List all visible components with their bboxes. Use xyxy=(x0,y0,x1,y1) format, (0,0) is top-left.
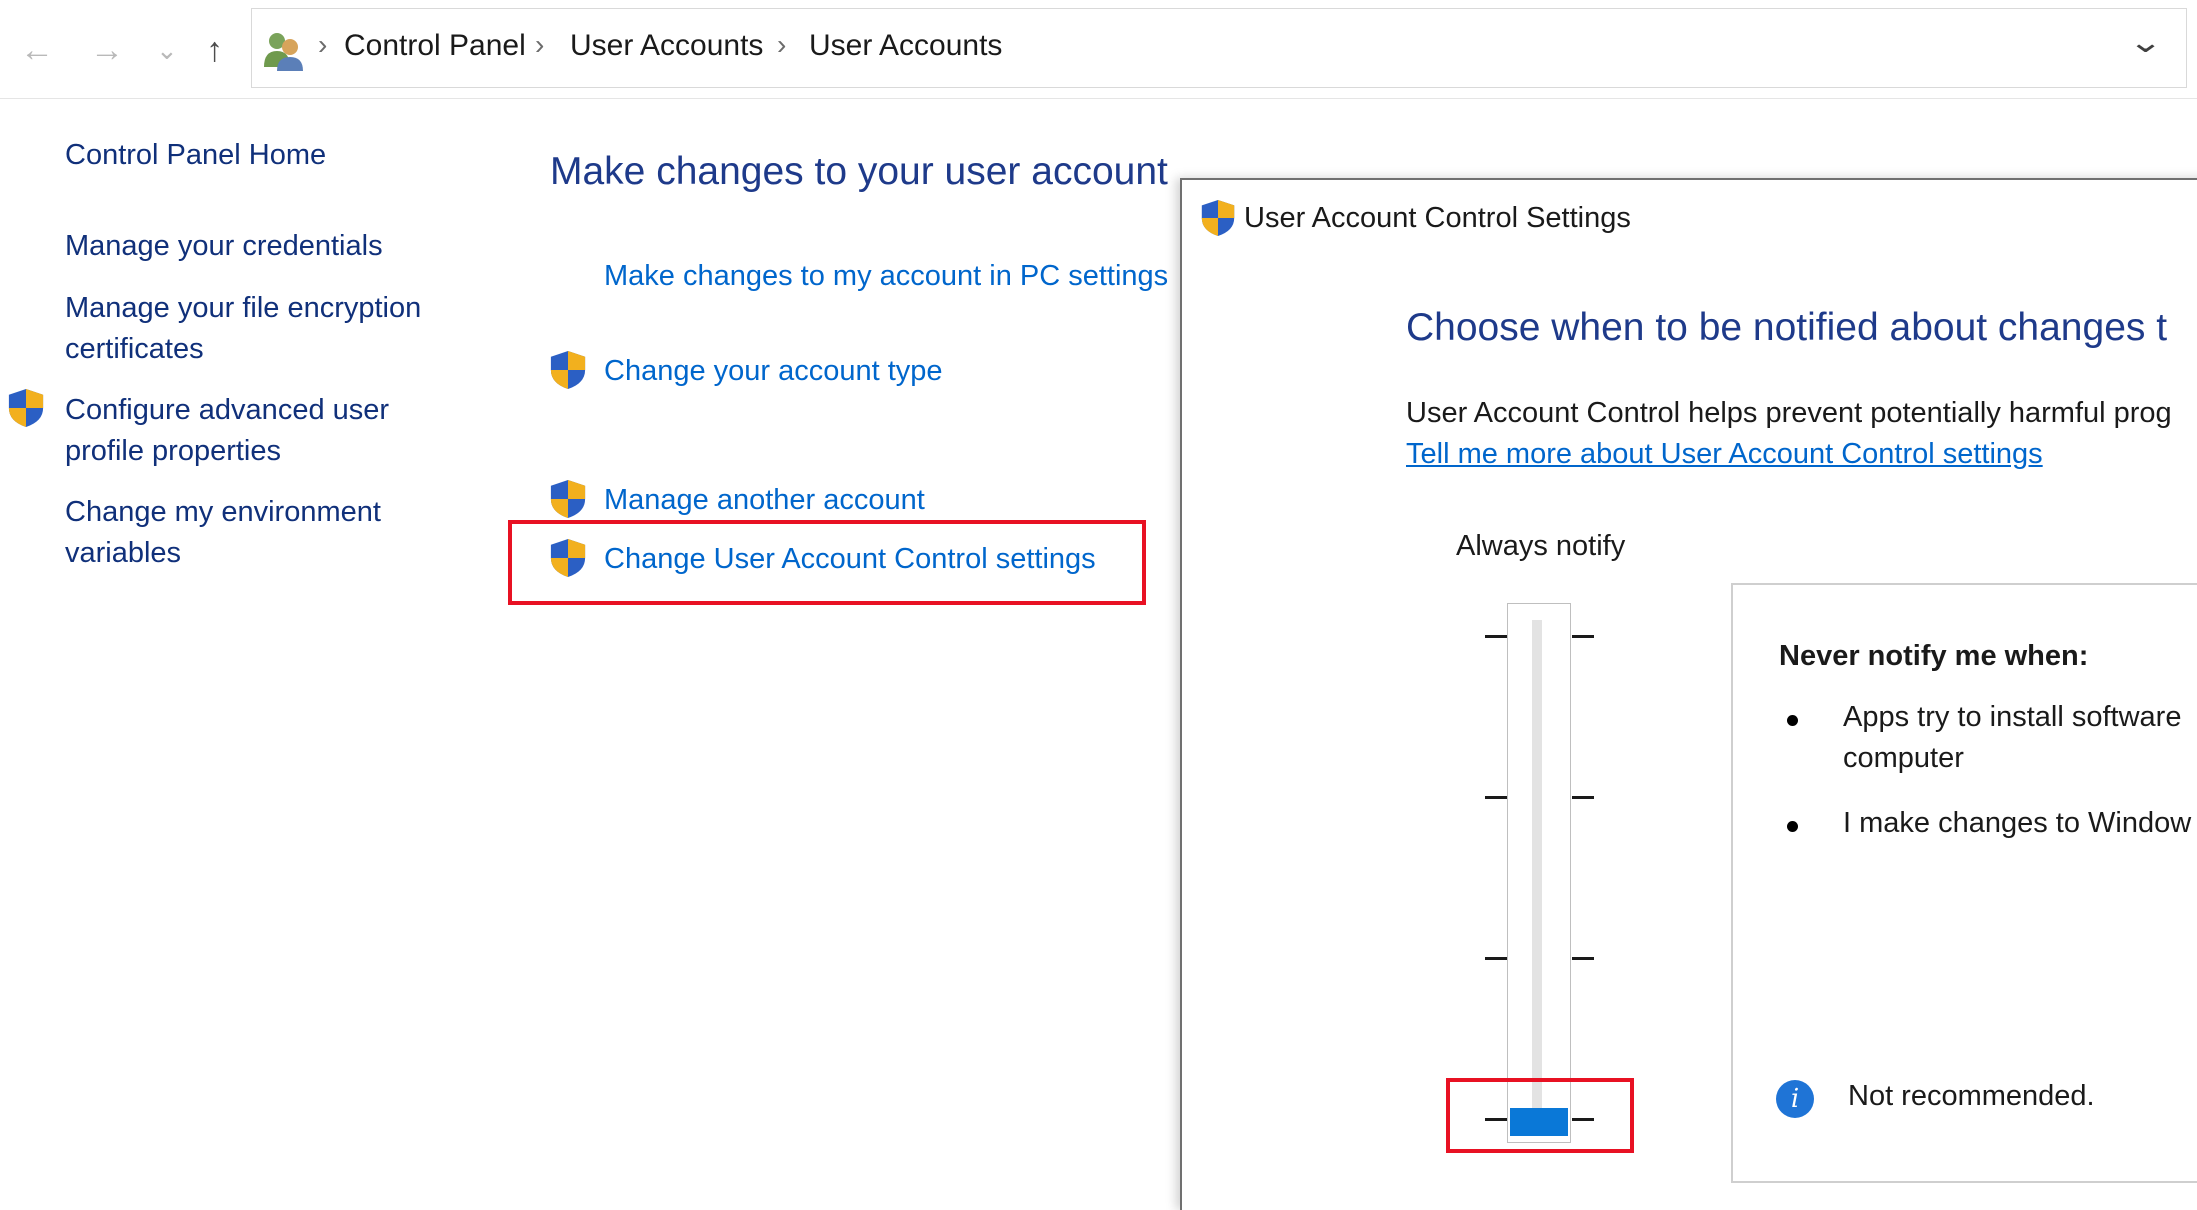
breadcrumb-control-panel[interactable]: Control Panel xyxy=(344,29,526,63)
up-arrow-icon[interactable]: ↑ xyxy=(206,30,223,70)
highlight-box xyxy=(508,520,1146,605)
slider-tick xyxy=(1485,957,1507,960)
breadcrumb-separator-icon: › xyxy=(318,29,328,60)
bullet-icon xyxy=(1787,715,1798,726)
link-pc-settings[interactable]: Make changes to my account in PC setting… xyxy=(604,260,1168,293)
info-icon: i xyxy=(1776,1080,1814,1118)
back-arrow-icon[interactable]: ← xyxy=(20,30,54,70)
level-note: Not recommended. xyxy=(1848,1080,2095,1112)
sidebar-item-label: variables xyxy=(65,537,182,569)
slider-tick xyxy=(1572,796,1594,799)
uac-shield-icon xyxy=(550,351,586,389)
sidebar-item-environment-variables[interactable]: Change my environment variables xyxy=(65,492,381,574)
sidebar-item-advanced-profile[interactable]: Configure advanced user profile properti… xyxy=(65,390,389,472)
user-accounts-icon xyxy=(264,33,303,71)
highlight-box xyxy=(1446,1078,1634,1153)
learn-more-link[interactable]: Tell me more about User Account Control … xyxy=(1406,438,2043,471)
sidebar-item-label: Change my environment xyxy=(65,496,381,528)
sidebar-item-label: Manage your credentials xyxy=(65,230,383,262)
bullet-item: I make changes to Window xyxy=(1843,807,2192,839)
uac-shield-icon xyxy=(550,480,586,518)
dialog-description: User Account Control helps prevent poten… xyxy=(1406,397,2172,429)
link-change-account-type[interactable]: Change your account type xyxy=(604,355,943,388)
page-title: Make changes to your user account xyxy=(550,150,1168,193)
slider-groove xyxy=(1532,620,1542,1110)
sidebar-item-label: Configure advanced user xyxy=(65,394,390,426)
uac-settings-dialog: User Account Control Settings Choose whe… xyxy=(1180,178,2197,1210)
recent-dropdown-icon[interactable]: ⌄ xyxy=(156,30,178,70)
sidebar-item-label: profile properties xyxy=(65,435,281,467)
dialog-title: User Account Control Settings xyxy=(1244,202,1631,234)
slider-tick xyxy=(1485,796,1507,799)
address-bar[interactable]: › Control Panel › User Accounts › User A… xyxy=(251,8,2187,88)
address-history-chevron-down-icon[interactable]: ⌄ xyxy=(2128,25,2163,60)
sidebar-item-label: Manage your file encryption xyxy=(65,292,422,324)
bullet-icon xyxy=(1787,821,1798,832)
uac-shield-icon xyxy=(8,389,44,427)
sidebar-item-label: certificates xyxy=(65,333,204,365)
slider-top-label: Always notify xyxy=(1456,530,1626,562)
forward-arrow-icon[interactable]: → xyxy=(90,30,124,70)
slider-tick xyxy=(1572,957,1594,960)
breadcrumb-user-accounts[interactable]: User Accounts xyxy=(570,29,763,63)
bullet-item: Apps try to install software computer xyxy=(1843,701,2182,774)
slider-tick xyxy=(1485,635,1507,638)
sidebar-item-credentials[interactable]: Manage your credentials xyxy=(65,226,383,267)
slider-tick xyxy=(1572,635,1594,638)
breadcrumb-user-accounts-current[interactable]: User Accounts xyxy=(809,29,1002,63)
link-manage-another-account[interactable]: Manage another account xyxy=(604,484,925,517)
sidebar-item-file-encryption[interactable]: Manage your file encryption certificates xyxy=(65,288,421,370)
toolbar-divider xyxy=(0,98,2197,99)
dialog-heading: Choose when to be notified about changes… xyxy=(1406,306,2168,349)
sidebar-control-panel-home[interactable]: Control Panel Home xyxy=(65,135,326,176)
level-description-panel: Never notify me when: Apps try to instal… xyxy=(1731,583,2197,1183)
breadcrumb-separator-icon: › xyxy=(777,29,787,60)
level-heading: Never notify me when: xyxy=(1779,640,2089,672)
breadcrumb-separator-icon: › xyxy=(535,29,545,60)
uac-shield-icon xyxy=(1201,200,1235,236)
